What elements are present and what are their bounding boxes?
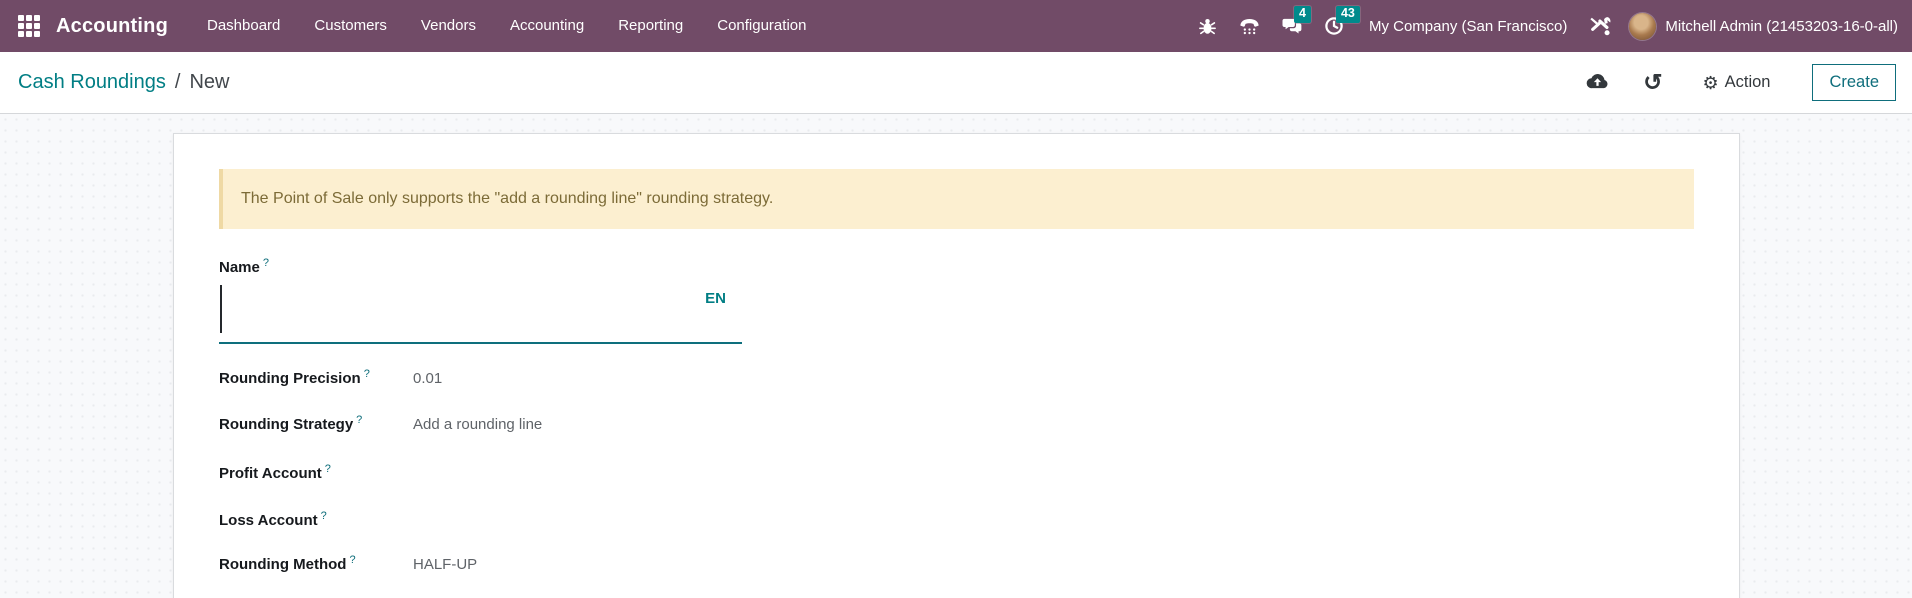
breadcrumb: Cash Roundings / New [18, 71, 229, 94]
menu-item-customers[interactable]: Customers [297, 0, 404, 52]
name-field-block: Name? EN [219, 257, 1694, 344]
help-icon[interactable]: ? [263, 257, 269, 269]
field-label-rounding-precision: Rounding Precision [219, 370, 361, 387]
undo-icon: ↺ [1643, 71, 1662, 94]
menu-item-dashboard[interactable]: Dashboard [190, 0, 297, 52]
messages-button[interactable]: 4 [1271, 0, 1313, 52]
field-label-rounding-method: Rounding Method [219, 556, 346, 573]
field-label-name: Name [219, 259, 260, 276]
control-panel: Cash Roundings / New ↺ ⚙ Action Create [0, 52, 1912, 114]
activities-button[interactable]: 43 [1313, 0, 1355, 52]
save-record-button[interactable] [1580, 67, 1615, 99]
user-menu[interactable]: Mitchell Admin (21453203-16-0-all) [1621, 13, 1898, 40]
help-icon[interactable]: ? [349, 554, 355, 566]
field-row-loss-account: Loss Account? [219, 507, 1694, 529]
action-menu-label: Action [1725, 73, 1771, 92]
cash-rounding-form-sheet: The Point of Sale only supports the "add… [173, 133, 1740, 598]
menu-item-vendors[interactable]: Vendors [404, 0, 493, 52]
top-navbar: Accounting Dashboard Customers Vendors A… [0, 0, 1912, 52]
form-field-rows: Rounding Precision? 0.01 Rounding Strate… [219, 368, 1694, 575]
debug-mode-button[interactable] [1187, 0, 1229, 52]
create-button[interactable]: Create [1812, 64, 1896, 101]
menu-item-configuration[interactable]: Configuration [700, 0, 823, 52]
field-label-loss-account: Loss Account [219, 512, 318, 529]
user-name: Mitchell Admin (21453203-16-0-all) [1665, 18, 1898, 35]
field-value-profit-account[interactable] [413, 460, 713, 478]
support-tools-button[interactable] [1579, 0, 1621, 52]
menu-item-accounting[interactable]: Accounting [493, 0, 601, 52]
app-brand[interactable]: Accounting [56, 15, 168, 38]
content-area: The Point of Sale only supports the "add… [0, 114, 1912, 598]
breadcrumb-parent-link[interactable]: Cash Roundings [18, 71, 166, 94]
field-value-rounding-method[interactable]: HALF-UP [413, 556, 713, 574]
company-switcher[interactable]: My Company (San Francisco) [1355, 18, 1579, 35]
warning-text: The Point of Sale only supports the "add… [241, 190, 773, 208]
warning-banner: The Point of Sale only supports the "add… [219, 169, 1694, 229]
field-row-profit-account: Profit Account? [219, 460, 1694, 482]
apps-menu-button[interactable] [12, 0, 46, 52]
field-label-profit-account: Profit Account [219, 465, 322, 482]
language-badge[interactable]: EN [705, 290, 726, 307]
phone-icon [1239, 17, 1260, 36]
name-input[interactable] [219, 282, 742, 342]
activities-count-badge: 43 [1336, 6, 1360, 23]
name-input-wrapper: EN [219, 282, 742, 344]
breadcrumb-separator: / [175, 71, 181, 94]
field-value-rounding-strategy[interactable]: Add a rounding line [413, 416, 713, 434]
menu-item-reporting[interactable]: Reporting [601, 0, 700, 52]
field-row-rounding-precision: Rounding Precision? 0.01 [219, 368, 1694, 389]
help-icon[interactable]: ? [325, 463, 331, 475]
help-icon[interactable]: ? [364, 368, 370, 380]
field-value-loss-account[interactable] [413, 507, 713, 525]
tools-icon [1588, 15, 1612, 37]
help-icon[interactable]: ? [321, 510, 327, 522]
apps-grid-icon [18, 15, 40, 37]
field-row-rounding-method: Rounding Method? HALF-UP [219, 554, 1694, 575]
field-row-rounding-strategy: Rounding Strategy? Add a rounding line [219, 414, 1694, 435]
breadcrumb-current: New [189, 71, 229, 94]
messages-count-badge: 4 [1294, 6, 1311, 23]
user-avatar [1629, 13, 1656, 40]
action-menu-button[interactable]: ⚙ Action [1702, 73, 1770, 92]
discard-changes-button[interactable]: ↺ [1637, 65, 1668, 100]
gear-icon: ⚙ [1702, 74, 1718, 92]
bug-icon [1198, 17, 1217, 36]
field-value-rounding-precision[interactable]: 0.01 [413, 370, 713, 388]
name-field-label-row: Name? [219, 257, 1694, 276]
field-label-rounding-strategy: Rounding Strategy [219, 416, 353, 433]
top-menu: Dashboard Customers Vendors Accounting R… [190, 0, 823, 52]
odoo-accounting-screen: Accounting Dashboard Customers Vendors A… [0, 0, 1912, 598]
help-icon[interactable]: ? [356, 414, 362, 426]
control-panel-actions: ↺ ⚙ Action Create [1558, 64, 1896, 101]
cloud-upload-icon [1586, 73, 1609, 93]
system-tray: 4 43 My Company (San Francisco) [1187, 0, 1898, 52]
voip-phone-button[interactable] [1229, 0, 1271, 52]
